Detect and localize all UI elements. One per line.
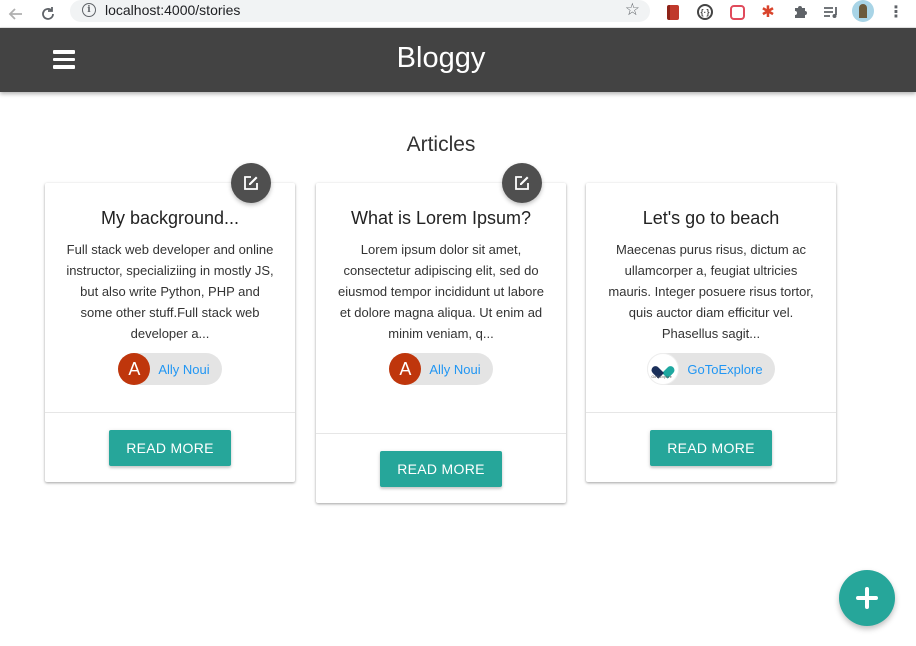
browser-toolbar: i localhost:4000/stories ☆ {·} ✱ ⋮: [0, 0, 916, 28]
app-title: Bloggy: [396, 42, 486, 74]
plus-icon: [856, 587, 878, 609]
article-card: Let's go to beach Maecenas purus risus, …: [586, 183, 836, 482]
article-card: My background... Full stack web develope…: [45, 163, 295, 482]
page-title: Articles: [406, 133, 476, 156]
card-excerpt: Full stack web developer and online inst…: [66, 242, 274, 341]
avatar: A: [118, 353, 151, 385]
star-icon[interactable]: ☆: [625, 0, 640, 20]
read-more-button[interactable]: Read More: [380, 450, 502, 487]
code-extension-icon[interactable]: {·}: [695, 2, 715, 22]
profile-avatar[interactable]: [852, 0, 874, 22]
logo-text: GoToExplore: [651, 375, 672, 379]
url-text[interactable]: localhost:4000/stories: [105, 2, 240, 18]
menu-dots-icon[interactable]: ⋮: [888, 2, 904, 24]
card-actions: Read More: [316, 433, 566, 503]
read-more-button[interactable]: Read More: [109, 429, 231, 466]
card-excerpt: Lorem ipsum dolor sit amet, consectetur …: [338, 242, 544, 341]
avatar: A: [389, 353, 422, 385]
card-title[interactable]: Let's go to beach: [606, 207, 816, 229]
author-chip[interactable]: A Ally Noui: [389, 353, 493, 385]
puzzle-extensions-icon[interactable]: [790, 2, 810, 22]
author-chip[interactable]: A Ally Noui: [118, 353, 222, 385]
media-control-icon[interactable]: [821, 2, 841, 22]
book-extension-icon[interactable]: [663, 2, 683, 22]
info-icon[interactable]: i: [82, 3, 96, 17]
reload-icon[interactable]: [36, 2, 60, 26]
card-title[interactable]: What is Lorem Ipsum?: [336, 207, 546, 229]
app-bar: Bloggy: [0, 28, 916, 92]
gotoexplore-logo-icon: GoToExplore: [647, 353, 680, 385]
bug-extension-icon[interactable]: ✱: [758, 2, 778, 22]
author-name[interactable]: GoToExplore: [687, 362, 762, 377]
address-bar[interactable]: i localhost:4000/stories ☆: [70, 0, 650, 22]
camera-extension-icon[interactable]: [727, 2, 747, 22]
card-excerpt: Maecenas purus risus, dictum ac ullamcor…: [608, 242, 814, 341]
card-actions: Read More: [45, 412, 295, 482]
author-name[interactable]: Ally Noui: [429, 362, 480, 377]
author-chip[interactable]: GoToExplore GoToExplore: [647, 353, 775, 385]
article-card: What is Lorem Ipsum? Lorem ipsum dolor s…: [316, 163, 566, 503]
card-actions: Read More: [586, 412, 836, 482]
author-name[interactable]: Ally Noui: [158, 362, 209, 377]
add-story-button[interactable]: [839, 570, 895, 626]
back-arrow-icon[interactable]: [4, 2, 28, 26]
read-more-button[interactable]: Read More: [650, 429, 772, 466]
card-title[interactable]: My background...: [65, 207, 275, 229]
